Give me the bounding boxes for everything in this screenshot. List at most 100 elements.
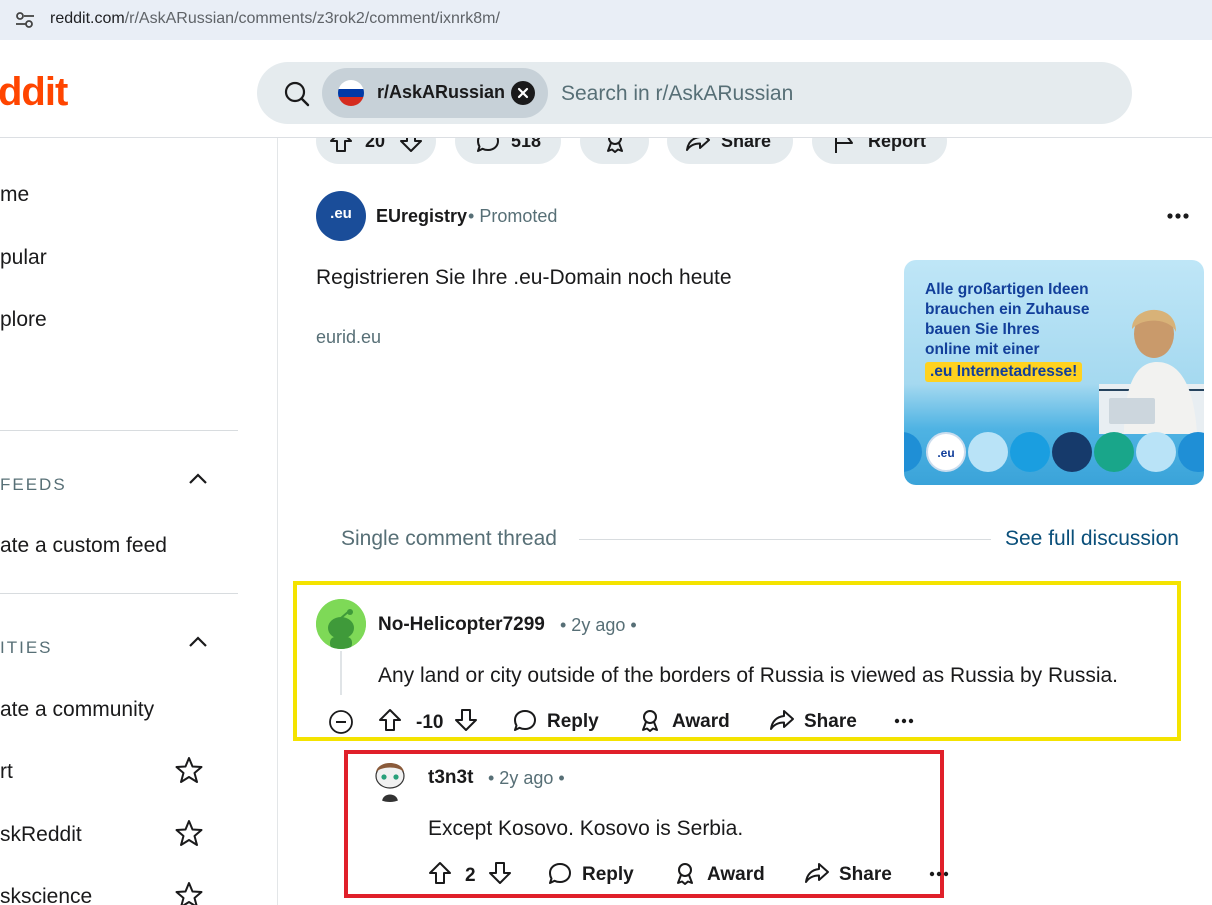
site-header: ddit r/AskARussian Search in r/AskARussi… (0, 40, 1212, 138)
avatar[interactable] (316, 599, 366, 649)
browser-address-bar[interactable]: reddit.com/r/AskARussian/comments/z3rok2… (0, 0, 1212, 40)
search-input[interactable]: Search in r/AskARussian (561, 82, 793, 106)
ad-image-line: online mit einer (925, 341, 1040, 358)
chevron-up-icon[interactable] (188, 472, 208, 486)
chevron-up-icon[interactable] (188, 635, 208, 649)
share-icon[interactable] (804, 861, 830, 885)
sidebar-community-item[interactable]: skReddit (0, 823, 82, 847)
reply-icon[interactable] (512, 708, 538, 734)
ad-image-line: Alle großartigen Ideen (925, 281, 1089, 298)
sidebar-community-item[interactable]: skscience (0, 885, 92, 905)
comment-count: 518 (511, 138, 542, 151)
more-options-icon[interactable] (929, 871, 949, 877)
share-button[interactable]: Share (804, 711, 857, 733)
report-button[interactable]: Report (812, 138, 947, 164)
award-button[interactable] (580, 138, 649, 164)
communities-heading[interactable]: ITIES (0, 638, 53, 658)
sidebar-item-popular[interactable]: pular (0, 246, 47, 270)
main-content: 20 518 Share Report .eu EUregistry • Pro… (279, 138, 1212, 905)
chip-label: r/AskARussian (377, 82, 506, 102)
share-icon (686, 138, 710, 151)
reply-button[interactable]: Reply (547, 711, 599, 733)
advertiser-name[interactable]: EUregistry (376, 206, 467, 227)
url-host: reddit.com (50, 10, 125, 27)
award-icon[interactable] (637, 707, 663, 733)
ad-image-line: bauen Sie Ihres (925, 321, 1040, 338)
url-path: /r/AskARussian/comments/z3rok2/comment/i… (124, 10, 500, 27)
sidebar-item-explore[interactable]: plore (0, 308, 47, 332)
comment-author[interactable]: No-Helicopter7299 (378, 614, 545, 636)
award-icon (607, 138, 623, 153)
comment-score: 2 (465, 865, 476, 886)
award-button[interactable]: Award (672, 711, 730, 733)
search-icon (283, 80, 311, 108)
sidebar-community-item[interactable]: rt (0, 760, 13, 784)
star-icon[interactable] (175, 756, 203, 784)
upvote-icon[interactable] (377, 707, 403, 733)
create-community-link[interactable]: ate a community (0, 698, 154, 722)
ad-image-badge: .eu (926, 432, 966, 472)
sidebar-divider (0, 593, 238, 594)
russia-flag-icon (338, 80, 364, 106)
advertiser-avatar[interactable]: .eu (316, 191, 366, 241)
ad-image-copy: Alle großartigen Ideen brauchen ein Zuha… (925, 280, 1115, 382)
downvote-icon[interactable] (453, 707, 479, 733)
post-vote-count: 20 (365, 138, 386, 151)
collapse-thread-icon[interactable] (328, 709, 354, 735)
clear-chip-icon[interactable] (511, 81, 535, 105)
ad-image[interactable]: Alle großartigen Ideen brauchen ein Zuha… (904, 260, 1204, 485)
sidebar-item-home[interactable]: me (0, 183, 29, 207)
ad-headline[interactable]: Registrieren Sie Ihre .eu-Domain noch he… (316, 266, 732, 290)
ad-domain-link[interactable]: eurid.eu (316, 327, 381, 348)
reply-icon[interactable] (547, 861, 573, 887)
ad-image-highlight: .eu Internetadresse! (925, 362, 1083, 382)
post-vote-control: 20 (316, 138, 436, 164)
report-label: Report (868, 138, 926, 151)
reply-button[interactable]: Reply (582, 864, 634, 886)
downvote-icon[interactable] (487, 860, 513, 886)
share-icon[interactable] (769, 708, 795, 732)
share-button[interactable]: Share (839, 864, 892, 886)
url-text[interactable]: reddit.com/r/AskARussian/comments/z3rok2… (50, 10, 500, 28)
ad-image-line: brauchen ein Zuhause (925, 301, 1090, 318)
share-button[interactable]: Share (667, 138, 793, 164)
star-icon[interactable] (175, 881, 203, 905)
single-comment-thread-label: Single comment thread (341, 527, 557, 550)
reddit-logo[interactable]: ddit (0, 72, 68, 112)
comment-score: -10 (416, 712, 444, 733)
upvote-icon[interactable] (328, 138, 354, 154)
woman-illustration (1099, 309, 1204, 434)
comment-icon (477, 138, 499, 152)
search-bar[interactable]: r/AskARussian Search in r/AskARussian (257, 62, 1132, 124)
flag-icon (835, 138, 853, 153)
left-sidebar: me pular plore FEEDS ate a custom feed I… (0, 138, 278, 905)
more-options-icon[interactable] (1167, 213, 1189, 219)
comment-timestamp: • 2y ago • (560, 615, 637, 635)
site-settings-icon[interactable] (14, 10, 36, 30)
thread-line (340, 651, 342, 695)
custom-feeds-heading[interactable]: FEEDS (0, 475, 67, 495)
more-options-icon[interactable] (894, 718, 914, 724)
ad-circle-strip: .eu (904, 432, 1204, 474)
see-full-discussion-link[interactable]: See full discussion (1005, 527, 1179, 551)
thread-divider (579, 539, 991, 540)
promoted-label: • Promoted (468, 206, 558, 226)
star-icon[interactable] (175, 819, 203, 847)
award-button[interactable]: Award (707, 864, 765, 886)
share-label: Share (721, 138, 772, 151)
comment-author[interactable]: t3n3t (428, 767, 473, 789)
subreddit-search-chip[interactable]: r/AskARussian (322, 68, 548, 118)
comment-body: Any land or city outside of the borders … (378, 664, 1119, 687)
snoo-avatar-icon (316, 599, 366, 649)
sidebar-divider (0, 430, 238, 431)
comment-timestamp: • 2y ago • (488, 768, 565, 788)
avatar[interactable] (366, 754, 414, 802)
upvote-icon[interactable] (427, 860, 453, 886)
downvote-icon[interactable] (398, 138, 424, 154)
snoo-avatar-icon (366, 754, 414, 802)
create-custom-feed-link[interactable]: ate a custom feed (0, 534, 167, 558)
award-icon[interactable] (672, 860, 698, 886)
comment-body: Except Kosovo. Kosovo is Serbia. (428, 817, 744, 840)
comments-button[interactable]: 518 (455, 138, 561, 164)
promoted-text: Promoted (479, 206, 558, 226)
